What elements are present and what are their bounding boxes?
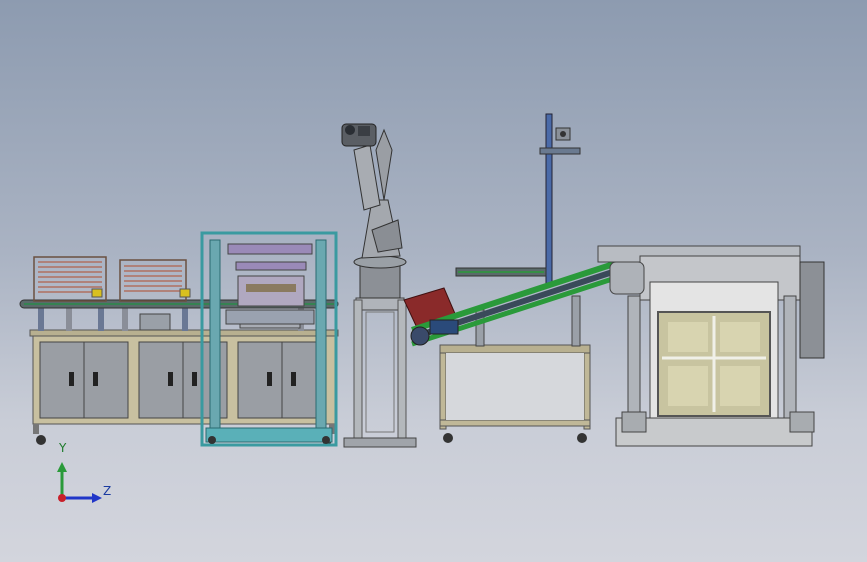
y-axis-arrowhead <box>57 462 67 472</box>
robot-pedestal[interactable] <box>343 297 417 448</box>
incline-belt-conveyor[interactable] <box>403 255 640 347</box>
z-axis-label: Z <box>103 484 112 498</box>
y-axis-label: Y <box>59 441 67 455</box>
lamp-post-sensor[interactable] <box>539 113 581 285</box>
z-axis-arrowhead <box>92 493 102 503</box>
part-stack-racks[interactable] <box>33 256 191 302</box>
cad-viewport[interactable]: Y Z <box>0 0 867 562</box>
industrial-robot-arm[interactable] <box>341 123 407 299</box>
x-axis-origin <box>58 494 66 502</box>
cad-assembly-scene[interactable] <box>0 0 867 562</box>
right-processing-machine[interactable] <box>597 245 825 447</box>
